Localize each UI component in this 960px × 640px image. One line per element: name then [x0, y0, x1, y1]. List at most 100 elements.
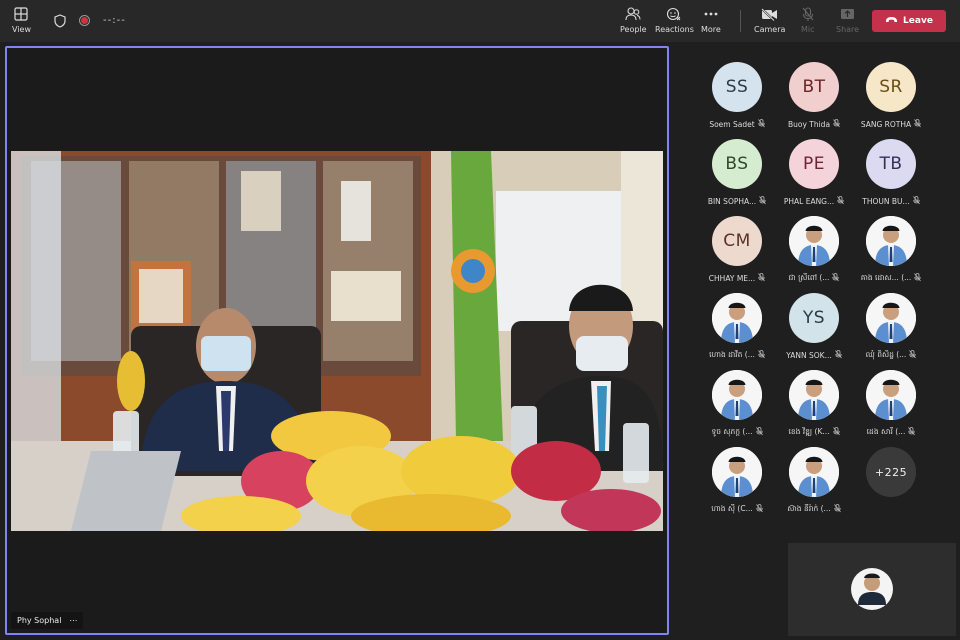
mic-off-icon — [802, 6, 814, 22]
participant-tile[interactable]: PE PHAL EANG... — [775, 139, 853, 214]
participant-name: CHHAY ME... — [708, 274, 756, 283]
shield-icon[interactable] — [54, 13, 66, 32]
view-label: View — [12, 25, 31, 34]
participant-tile[interactable]: +225 — [852, 447, 930, 522]
participant-tile[interactable]: ឈុំ ពិសិដ្ឋ (... — [852, 293, 930, 368]
participant-tile[interactable]: ស៊ាង នីរ៉ាក់ (... — [775, 447, 853, 522]
participant-name-row: PHAL EANG... — [775, 196, 853, 207]
avatar — [789, 447, 839, 497]
participant-tile[interactable]: ខេង វិឌ្ឍ (K... — [775, 370, 853, 445]
participant-name-row: YANN SOK... — [775, 350, 853, 361]
camera-off-icon — [761, 6, 778, 22]
avatar-initials: PE — [803, 154, 825, 174]
participant-tile[interactable]: ហោង ដាវីត (... — [698, 293, 776, 368]
participant-tile[interactable]: ហាង ស៊ី (C... — [698, 447, 776, 522]
leave-button[interactable]: Leave — [872, 10, 946, 32]
meeting-timer: --:-- — [103, 15, 126, 26]
participant-tile[interactable]: BT Buoy Thida — [775, 62, 853, 137]
avatar — [866, 370, 916, 420]
participant-name: ហាង ស៊ី (C... — [711, 504, 753, 513]
participant-name-row: THOUN BU... — [852, 196, 930, 207]
participant-name: ទូច សុភក្ដ (... — [711, 427, 753, 436]
leave-label: Leave — [903, 16, 933, 26]
mic-muted-icon — [755, 427, 763, 438]
mic-muted-icon — [755, 504, 763, 515]
participant-tile[interactable]: CM CHHAY ME... — [698, 216, 776, 291]
speaker-name-tag[interactable]: Phy Sophal ⋯ — [11, 612, 84, 629]
more-participants-button[interactable]: +225 — [866, 447, 916, 497]
participant-name: ខេង វិឌ្ឍ (K... — [788, 427, 830, 436]
meeting-toolbar: View --:-- People Reactions More Camera … — [0, 0, 960, 42]
mic-label: Mic — [801, 25, 815, 34]
avatar — [789, 370, 839, 420]
mic-muted-icon — [914, 273, 922, 284]
avatar-initials: SS — [725, 77, 749, 97]
mic-muted-icon — [834, 350, 842, 361]
camera-button[interactable]: Camera — [754, 6, 785, 34]
avatar — [712, 293, 762, 343]
participant-name: SANG ROTHA — [860, 120, 912, 129]
participant-tile[interactable]: BS BIN SOPHA... — [698, 139, 776, 214]
participant-name-row: BIN SOPHA... — [698, 196, 776, 207]
mic-muted-icon — [832, 273, 840, 284]
reactions-button[interactable]: Reactions — [655, 6, 694, 34]
mic-muted-icon — [837, 196, 844, 207]
participant-name-row: Buoy Thida — [775, 119, 853, 130]
participant-name-row: ខេង វិឌ្ឍ (K... — [775, 427, 853, 438]
camera-label: Camera — [754, 25, 786, 34]
share-tray-icon — [840, 6, 855, 22]
participant-tile[interactable]: គាង ដោស... (... — [852, 216, 930, 291]
mic-button[interactable]: Mic — [801, 6, 815, 34]
toolbar-divider — [740, 10, 741, 32]
participant-name-row: ទូច សុភក្ដ (... — [698, 427, 776, 438]
participant-name: គាង ដោស... (... — [860, 273, 912, 282]
mic-muted-icon — [833, 504, 841, 515]
view-button[interactable]: View — [12, 6, 31, 34]
avatar — [712, 370, 762, 420]
participant-tile[interactable]: SS Soem Sadet — [698, 62, 776, 137]
participant-name-row: ស៊ាង នីរ៉ាក់ (... — [775, 504, 853, 515]
participant-name: THOUN BU... — [862, 197, 910, 206]
participant-tile[interactable]: YS YANN SOK... — [775, 293, 853, 368]
more-dots-icon — [704, 6, 718, 22]
more-button[interactable]: More — [701, 6, 721, 34]
avatar: TB — [866, 139, 916, 189]
participant-name: ដេង សារី (... — [866, 427, 906, 436]
avatar-initials: TB — [879, 154, 903, 174]
mic-muted-icon — [914, 119, 921, 130]
avatar — [712, 447, 762, 497]
avatar: YS — [789, 293, 839, 343]
participant-name-row: ដេង សារី (... — [852, 427, 930, 438]
participant-name-row: CHHAY ME... — [698, 273, 776, 284]
avatar: SR — [866, 62, 916, 112]
people-button[interactable]: People — [620, 6, 647, 34]
self-preview-video[interactable] — [788, 543, 956, 636]
avatar-initials: BT — [802, 77, 826, 97]
mic-muted-icon — [833, 119, 840, 130]
avatar — [789, 216, 839, 266]
participant-tile[interactable]: SR SANG ROTHA — [852, 62, 930, 137]
participant-name-row: ឈុំ ពិសិដ្ឋ (... — [852, 350, 930, 361]
reactions-label: Reactions — [655, 25, 694, 34]
more-options-icon[interactable]: ⋯ — [69, 616, 77, 625]
recording-indicator-icon — [79, 15, 90, 26]
participant-name: PHAL EANG... — [783, 197, 835, 206]
participant-tile[interactable]: ទូច សុភក្ដ (... — [698, 370, 776, 445]
participant-name-row: SANG ROTHA — [852, 119, 930, 130]
share-button[interactable]: Share — [836, 6, 859, 34]
main-video-stage[interactable]: Phy Sophal ⋯ — [5, 46, 669, 635]
mic-muted-icon — [758, 350, 765, 361]
participant-name: ជា ស្រីពៅ (... — [788, 273, 830, 282]
participant-name-row: គាង ដោស... (... — [852, 273, 930, 284]
avatar — [866, 216, 916, 266]
participant-tile[interactable]: ជា ស្រីពៅ (... — [775, 216, 853, 291]
share-label: Share — [836, 25, 860, 34]
avatar-initials: YS — [802, 308, 826, 328]
self-avatar — [851, 568, 893, 610]
mic-muted-icon — [757, 119, 765, 130]
avatar-initials: +225 — [874, 465, 908, 479]
participant-name-row: Soem Sadet — [698, 119, 776, 130]
avatar: BS — [712, 139, 762, 189]
participant-tile[interactable]: TB THOUN BU... — [852, 139, 930, 214]
participant-tile[interactable]: ដេង សារី (... — [852, 370, 930, 445]
